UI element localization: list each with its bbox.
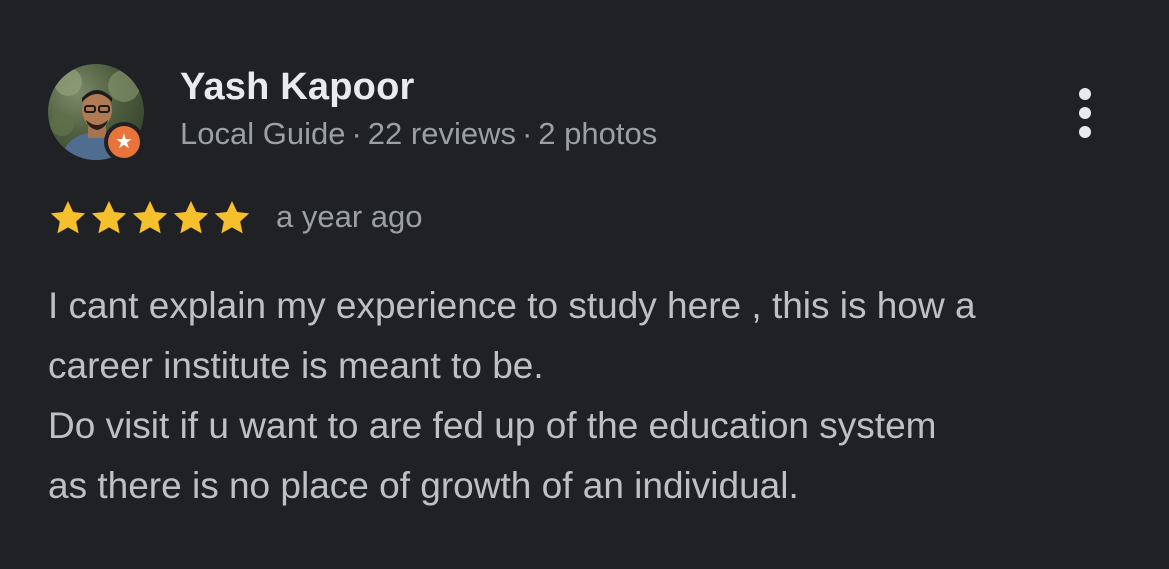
meta-separator: · xyxy=(521,116,533,151)
star-icon xyxy=(132,201,168,234)
review-text-line: as there is no place of growth of an ind… xyxy=(48,465,799,506)
photo-count: 2 photos xyxy=(538,116,658,151)
review-text-line: Do visit if u want to are fed up of the … xyxy=(48,405,937,446)
review-time: a year ago xyxy=(276,199,423,234)
local-guide-label: Local Guide xyxy=(180,116,346,151)
author-name[interactable]: Yash Kapoor xyxy=(180,66,415,109)
more-vert-icon xyxy=(1079,88,1091,100)
more-options-button[interactable] xyxy=(1062,80,1108,146)
more-vert-icon xyxy=(1079,126,1091,138)
review-card: ★ Yash Kapoor Local Guide · 22 reviews · 2 p… xyxy=(0,0,1169,569)
author-meta: Local Guide · 22 reviews · 2 photos xyxy=(180,116,657,152)
more-vert-icon xyxy=(1079,107,1091,119)
star-icon xyxy=(91,201,127,234)
review-text-line: career institute is meant to be. xyxy=(48,345,544,386)
local-guide-star-icon: ★ xyxy=(108,126,140,158)
star-icon xyxy=(173,201,209,234)
star-icon xyxy=(50,201,86,234)
star-icon xyxy=(214,201,250,234)
review-text-line: I cant explain my experience to study he… xyxy=(48,285,976,326)
meta-separator: · xyxy=(351,116,362,151)
local-guide-badge: ★ xyxy=(104,122,144,162)
review-text: I cant explain my experience to study he… xyxy=(48,276,1138,516)
review-count: 22 reviews xyxy=(367,116,516,151)
star-rating xyxy=(48,198,253,238)
